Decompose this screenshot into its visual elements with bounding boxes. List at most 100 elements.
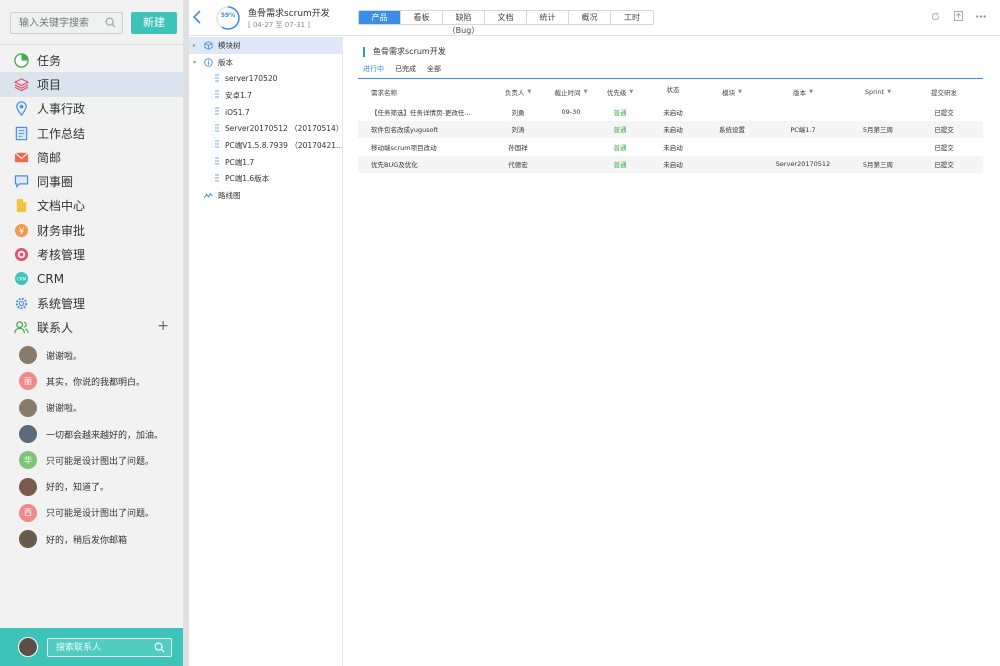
drag-handle-icon[interactable] — [215, 74, 225, 84]
nav-item-1[interactable]: 项目 — [0, 72, 185, 97]
column-header[interactable]: Sprint ▼ — [850, 81, 906, 103]
tree-item-version[interactable]: PC端1.6版本 — [189, 171, 342, 188]
cell-name[interactable]: 【任务筛选】任务详情页-更改任… — [371, 103, 501, 121]
nav-item-6[interactable]: 文档中心 — [0, 194, 185, 218]
contact-item[interactable]: 谢谢啦。 — [0, 395, 185, 421]
sidebar-search[interactable] — [10, 12, 123, 34]
project-date-range: [ 04-27 至 07-31 ] — [248, 21, 311, 29]
caret-right-icon[interactable]: ▸ — [193, 42, 201, 49]
nav-item-5[interactable]: 同事圈 — [0, 169, 185, 193]
cell-priority: 普通 — [613, 126, 627, 135]
nav-item-10[interactable]: 系统管理 — [0, 291, 185, 315]
column-header-label: 截止时间 — [554, 89, 581, 97]
nav-item-11[interactable]: 联系人 + — [0, 315, 185, 339]
tab-0[interactable]: 产品 — [359, 11, 401, 24]
tab-1[interactable]: 看板 — [401, 11, 443, 24]
add-contact-button[interactable]: + — [157, 318, 169, 334]
column-header: 状态 — [646, 81, 700, 103]
tree-item-version[interactable]: Server20170512 （20170514） — [189, 120, 342, 137]
nav-item-9[interactable]: CRM CRM — [0, 267, 185, 291]
sort-arrow-icon[interactable]: ▼ — [584, 89, 588, 95]
nav-item-4[interactable]: 简邮 — [0, 145, 185, 169]
tab-5[interactable]: 概况 — [569, 11, 611, 24]
sort-arrow-icon[interactable]: ▼ — [738, 89, 742, 95]
column-header[interactable]: 截止时间 ▼ — [540, 81, 602, 103]
nav-item-label: 人事行政 — [37, 102, 86, 117]
drag-handle-icon[interactable] — [215, 107, 225, 117]
new-button[interactable]: 新建 — [131, 12, 177, 34]
tree-item-label: server170520 — [225, 74, 278, 84]
filter-tab-2[interactable]: 全部 — [427, 64, 441, 79]
column-header[interactable]: 版本 ▼ — [770, 81, 836, 103]
sort-arrow-icon[interactable]: ▼ — [629, 89, 633, 95]
nav-item-2[interactable]: 人事行政 — [0, 97, 185, 121]
cell-name[interactable]: 优先BUG及优化 — [371, 156, 501, 174]
contact-search-input[interactable] — [48, 639, 148, 657]
table-row[interactable]: 移动端scrum项目改动 孙国祥 普通 未启动 已提交 — [358, 138, 983, 156]
table-row[interactable]: 优先BUG及优化 代德宏 普通 未启动 Server20170512 5月第三周 已提交 — [358, 155, 983, 174]
column-header-label: 状态 — [666, 86, 680, 94]
tab-2[interactable]: 缺陷（Bug） — [443, 11, 485, 35]
nav-item-7[interactable]: ¥ 财务审批 — [0, 218, 185, 242]
avatar — [19, 425, 37, 444]
avatar — [19, 477, 37, 496]
tree-item-version[interactable]: PC端V1.5.8.7939 （20170421… — [189, 137, 342, 154]
contact-item[interactable]: 西只可能是设计图出了问题。 — [0, 500, 185, 526]
column-header[interactable]: 优先级 ▼ — [598, 81, 642, 103]
tab-3[interactable]: 文档 — [485, 11, 527, 24]
filter-tab-0[interactable]: 进行中 — [363, 64, 384, 79]
cell-name[interactable]: 软件包名改成yugusoft — [371, 121, 501, 139]
drag-handle-icon[interactable] — [215, 124, 225, 134]
tree-item-version[interactable]: iOS1.7 — [189, 104, 342, 121]
table-row[interactable]: 软件包名改成yugusoft 刘涛 普通 未启动 系统设置 PC端1.7 5月第三周 已提交 — [358, 120, 983, 139]
sort-arrow-icon[interactable]: ▼ — [887, 89, 891, 95]
more-icon[interactable] — [976, 11, 986, 21]
table-row[interactable]: 【任务筛选】任务详情页-更改任… 刘勇 09-30 普通 未启动 已提交 — [358, 103, 983, 121]
sort-arrow-icon[interactable]: ▼ — [527, 89, 531, 95]
tree-item-version[interactable]: 安卓1.7 — [189, 87, 342, 104]
search-icon[interactable] — [154, 642, 165, 653]
drag-handle-icon[interactable] — [215, 140, 225, 150]
nav-item-label: 任务 — [37, 53, 62, 68]
tree-item-version[interactable]: PC端1.7 — [189, 154, 342, 171]
drag-handle-icon[interactable] — [215, 90, 225, 100]
drag-handle-icon[interactable] — [215, 157, 225, 167]
filter-tab-1[interactable]: 已完成 — [395, 64, 416, 79]
contact-item[interactable]: 谢谢啦。 — [0, 342, 185, 368]
sidebar-search-input[interactable] — [11, 13, 103, 33]
back-arrow-icon[interactable] — [191, 10, 203, 24]
contact-last-message: 只可能是设计图出了问题。 — [46, 456, 155, 467]
tree-item-module-tree[interactable]: ▸ 模块树 — [189, 37, 342, 54]
nav-item-8[interactable]: 考核管理 — [0, 242, 185, 266]
tree-item-roadmap[interactable]: 路线图 — [189, 187, 342, 204]
module-tree-panel: ▸ 模块树 ▾ 版本 server170520 安卓1.7 iOS1.7 Server… — [189, 37, 343, 666]
tree-item-label: PC端1.6版本 — [225, 174, 270, 184]
contact-item[interactable]: 丽其实，你说的我都明白。 — [0, 368, 185, 394]
export-icon[interactable] — [953, 11, 963, 21]
tree-item-versions[interactable]: ▾ 版本 — [189, 54, 342, 71]
column-header[interactable]: 负责人 ▼ — [493, 81, 543, 103]
nav-item-3[interactable]: 工作总结 — [0, 121, 185, 145]
avatar: 丽 — [19, 372, 37, 391]
caret-down-icon[interactable]: ▾ — [193, 59, 201, 66]
contact-item[interactable]: 一切都会越来越好的，加油。 — [0, 421, 185, 447]
my-avatar[interactable] — [18, 637, 38, 657]
cell-name[interactable]: 移动端scrum项目改动 — [371, 138, 501, 156]
contact-item[interactable]: 华只可能是设计图出了问题。 — [0, 447, 185, 473]
column-header[interactable]: 模块 ▼ — [704, 81, 760, 103]
contact-item[interactable]: 好的，稍后发你邮箱 — [0, 526, 185, 552]
contact-search[interactable] — [47, 638, 172, 657]
nav-item-0[interactable]: 任务 — [0, 48, 185, 72]
contact-item[interactable]: 好的，知道了。 — [0, 473, 185, 499]
tab-6[interactable]: 工时 — [611, 11, 653, 24]
refresh-icon[interactable] — [930, 11, 940, 21]
search-icon[interactable] — [105, 17, 116, 28]
tab-4[interactable]: 统计 — [527, 11, 569, 24]
column-header-label: Sprint — [864, 88, 885, 96]
sort-arrow-icon[interactable]: ▼ — [809, 89, 813, 95]
drag-handle-icon[interactable] — [215, 174, 225, 184]
svg-text:¥: ¥ — [19, 226, 25, 236]
tree-item-version[interactable]: server170520 — [189, 70, 342, 87]
svg-text:CRM: CRM — [17, 277, 27, 282]
tree-item-label: Server20170512 （20170514） — [225, 124, 342, 134]
